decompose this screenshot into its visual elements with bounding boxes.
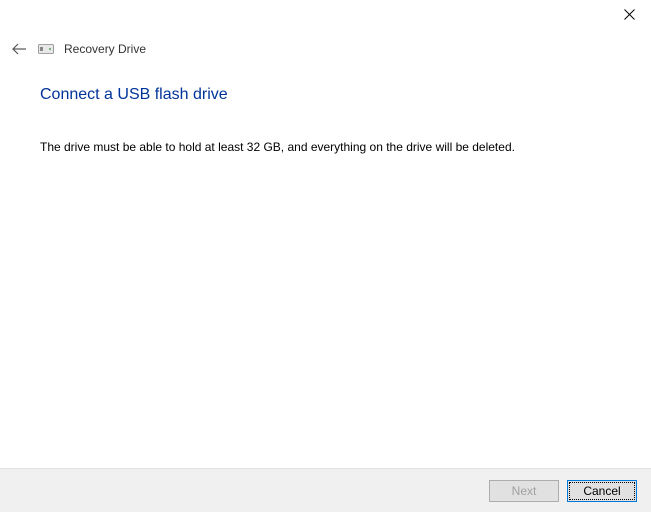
page-heading: Connect a USB flash drive [40, 86, 228, 104]
close-button[interactable] [621, 6, 637, 22]
back-button[interactable] [10, 40, 28, 58]
page-description: The drive must be able to hold at least … [40, 140, 515, 154]
window-title: Recovery Drive [64, 42, 146, 56]
close-icon [624, 9, 635, 20]
next-button: Next [489, 480, 559, 502]
button-bar: Next Cancel [0, 468, 651, 512]
back-arrow-icon [11, 43, 27, 55]
header-row: Recovery Drive [10, 40, 146, 58]
cancel-button[interactable]: Cancel [567, 480, 637, 502]
drive-icon [38, 43, 54, 55]
